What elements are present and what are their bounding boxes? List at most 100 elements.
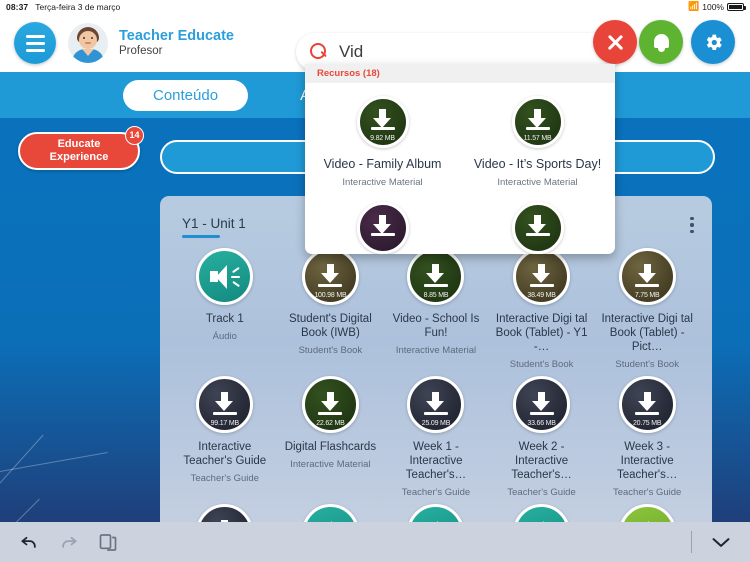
download-base [370, 127, 395, 130]
search-result-item[interactable]: 9.82 MB Video - Family Album Interactive M… [305, 92, 460, 188]
download-base [529, 284, 554, 287]
content-item-category: Student's Book [509, 359, 574, 371]
download-tile[interactable] [511, 202, 564, 254]
download-arrow-icon [532, 391, 551, 413]
copy-icon[interactable] [98, 532, 118, 553]
bell-icon[interactable] [639, 20, 683, 64]
content-item-title: Interactive Digi tal Book (Tablet) - Pic… [601, 313, 693, 354]
download-tile[interactable]: 22.62 MB [301, 376, 359, 434]
search-value: Vid [339, 42, 364, 61]
download-tile[interactable]: 100.98 MB [301, 248, 359, 305]
download-tile[interactable] [196, 504, 254, 522]
results-grid: 9.82 MB Video - Family Album Interactive M… [305, 83, 615, 254]
download-tile[interactable]: 8.85 MB [407, 248, 465, 305]
content-item[interactable]: 33.66 MB Week 2 - Interactive Teacher's… T… [489, 370, 595, 498]
content-item[interactable]: 38.49 MB Interactive Digi tal Book (Table… [489, 242, 595, 370]
download-tile[interactable]: 99.17 MB [196, 376, 254, 434]
chevron-down-icon[interactable] [692, 536, 750, 549]
download-arrow-icon [320, 263, 340, 285]
download-base [370, 233, 395, 236]
search-results-dropdown: Recursos (18) 9.82 MB Video - Family Albu… [305, 64, 615, 254]
undo-icon[interactable] [18, 532, 40, 552]
close-icon[interactable] [593, 20, 637, 64]
content-item[interactable] [278, 498, 384, 522]
battery-percent: 100% [702, 2, 724, 12]
content-item[interactable]: 100.98 MB Student's Digital Book (IWB) Stu… [278, 242, 384, 370]
content-item[interactable] [594, 498, 700, 522]
audio-tile[interactable] [513, 504, 571, 522]
user-info: Teacher Educate Profesor [119, 28, 234, 58]
search-result-category: Interactive Material [342, 177, 423, 188]
download-base [318, 412, 343, 416]
search-result-item[interactable] [305, 188, 460, 254]
content-item[interactable]: 20.75 MB Week 3 - Interactive Teacher's… T… [594, 370, 700, 498]
content-item-title: Week 2 - Interactive Teacher's… [511, 441, 572, 482]
download-tile[interactable]: 33.66 MB [513, 376, 571, 434]
download-tile[interactable]: 20.75 MB [618, 376, 676, 434]
download-arrow-icon [215, 391, 234, 413]
avatar[interactable] [68, 23, 108, 63]
download-arrow-icon [320, 391, 340, 413]
search-result-category: Interactive Material [497, 177, 578, 188]
audio-tile[interactable] [196, 248, 254, 305]
user-role: Profesor [119, 44, 163, 57]
educate-line-1: Educate [57, 137, 101, 150]
content-item-category: Teacher's Guide [507, 487, 576, 499]
download-base [635, 412, 660, 416]
content-item-title: Interactive Teacher's Guide [183, 441, 267, 468]
content-item[interactable]: 7.75 MB Interactive Digi tal Book (Tablet… [594, 242, 700, 370]
content-item[interactable] [383, 498, 489, 522]
audio-tile[interactable] [407, 504, 465, 522]
content-item[interactable]: 25.09 MB Week 1 - Interactive Teacher's… T… [383, 370, 489, 498]
hamburger-menu-icon[interactable] [14, 22, 56, 64]
search-result-item[interactable]: 11.57 MB Video - It’s Sports Day! Interact… [460, 92, 615, 188]
gear-icon[interactable] [691, 20, 735, 64]
download-base [423, 412, 448, 416]
download-arrow-icon [426, 263, 445, 285]
tab-conteudo[interactable]: Conteúdo [123, 79, 249, 111]
file-size-badge: 33.66 MB [527, 420, 556, 428]
content-item[interactable] [489, 498, 595, 522]
content-item-category: Teacher's Guide [401, 487, 471, 499]
download-tile[interactable]: 38.49 MB [513, 248, 571, 305]
download-tile[interactable]: 11.57 MB [511, 96, 564, 148]
content-item-title: Video - School Is Fun! [392, 313, 480, 340]
content-item[interactable]: 8.85 MB Video - School Is Fun! Interactive… [383, 242, 489, 370]
speaker-icon [209, 264, 240, 290]
audio-tile[interactable] [618, 504, 676, 522]
content-item[interactable] [172, 498, 278, 522]
download-arrow-icon [637, 263, 657, 285]
audio-tile[interactable] [301, 504, 359, 522]
download-tile[interactable]: 9.82 MB [356, 96, 409, 148]
content-item-category: Interactive Material [395, 345, 477, 357]
content-item-category: Teacher's Guide [612, 487, 682, 499]
content-item[interactable]: 99.17 MB Interactive Teacher's Guide Teach… [172, 370, 278, 498]
file-size-badge: 100.98 MB [314, 292, 347, 299]
search-result-item[interactable] [460, 188, 615, 254]
title-underline [182, 235, 220, 238]
content-item[interactable]: 22.62 MB Digital Flashcards Interactive Ma… [278, 370, 384, 498]
battery-icon [727, 3, 746, 11]
status-date: Terça-feira 3 de março [35, 2, 121, 12]
file-size-badge: 38.49 MB [527, 292, 556, 299]
redo-icon[interactable] [58, 532, 80, 552]
educate-experience-button[interactable]: Educate Experience 14 [18, 126, 144, 170]
file-size-badge: 11.57 MB [523, 135, 552, 142]
download-base [529, 412, 554, 416]
content-item-title: Interactive Digi tal Book (Tablet) - Y1 … [495, 313, 588, 354]
download-arrow-icon [532, 263, 551, 285]
content-item-category: Áudio [212, 331, 237, 343]
download-base [525, 233, 550, 236]
download-arrow-icon [426, 391, 445, 413]
download-tile[interactable]: 25.09 MB [407, 376, 465, 434]
content-item-category: Student's Book [298, 345, 363, 357]
content-item[interactable]: Track 1 Áudio [172, 242, 278, 370]
download-base [635, 284, 660, 287]
download-tile[interactable]: 7.75 MB [618, 248, 676, 305]
file-size-badge: 8.85 MB [423, 292, 449, 299]
content-item-category: Student's Book [615, 359, 679, 371]
more-options-icon[interactable] [684, 214, 700, 236]
download-tile[interactable] [356, 202, 409, 254]
download-base [525, 127, 550, 130]
download-arrow-icon [637, 391, 657, 413]
